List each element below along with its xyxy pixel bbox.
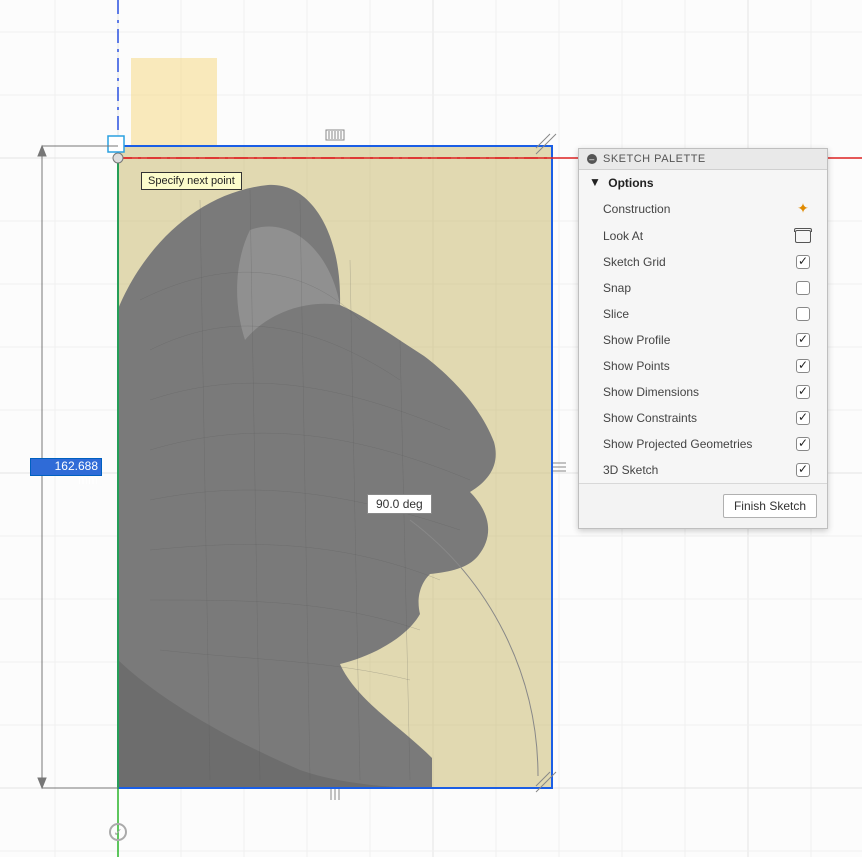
close-loop-icon[interactable] [109, 823, 127, 841]
palette-collapse-icon[interactable]: – [587, 154, 597, 164]
midpoint-top [326, 130, 344, 140]
caret-down-icon: ▼ [589, 175, 601, 189]
checkbox-3d-sketch[interactable] [796, 463, 810, 477]
checkbox-show-profile[interactable] [796, 333, 810, 347]
profile-small [131, 58, 217, 146]
dimension-input[interactable]: 162.688 mm [30, 458, 102, 476]
look-at-icon[interactable] [795, 230, 811, 243]
option-snap[interactable]: Snap [579, 275, 827, 301]
option-slice[interactable]: Slice [579, 301, 827, 327]
checkbox-slice[interactable] [796, 307, 810, 321]
palette-title-text: SKETCH PALETTE [603, 153, 706, 165]
midpoint-bottom [331, 789, 339, 800]
palette-titlebar[interactable]: – SKETCH PALETTE [579, 149, 827, 170]
origin-point[interactable] [113, 153, 123, 163]
checkbox-show-constraints[interactable] [796, 411, 810, 425]
option-sketch-grid[interactable]: Sketch Grid [579, 249, 827, 275]
option-look-at[interactable]: Look At [579, 223, 827, 249]
checkbox-sketch-grid[interactable] [796, 255, 810, 269]
option-show-dimensions[interactable]: Show Dimensions [579, 379, 827, 405]
options-section-header[interactable]: ▼ Options [579, 170, 827, 194]
sketch-palette[interactable]: – SKETCH PALETTE ▼ Options Construction … [578, 148, 828, 529]
construction-icon[interactable]: ✦ [793, 200, 813, 217]
option-show-constraints[interactable]: Show Constraints [579, 405, 827, 431]
checkbox-show-dimensions[interactable] [796, 385, 810, 399]
checkbox-show-projected[interactable] [796, 437, 810, 451]
checkbox-snap[interactable] [796, 281, 810, 295]
option-3d-sketch[interactable]: 3D Sketch [579, 457, 827, 483]
option-show-points[interactable]: Show Points [579, 353, 827, 379]
option-show-projected[interactable]: Show Projected Geometries [579, 431, 827, 457]
finish-sketch-button[interactable]: Finish Sketch [723, 494, 817, 518]
angle-readout: 90.0 deg [367, 494, 432, 514]
option-show-profile[interactable]: Show Profile [579, 327, 827, 353]
tooltip-specify-next-point: Specify next point [141, 172, 242, 190]
line-endpoint[interactable] [108, 136, 124, 152]
checkbox-show-points[interactable] [796, 359, 810, 373]
option-construction[interactable]: Construction ✦ [579, 194, 827, 223]
